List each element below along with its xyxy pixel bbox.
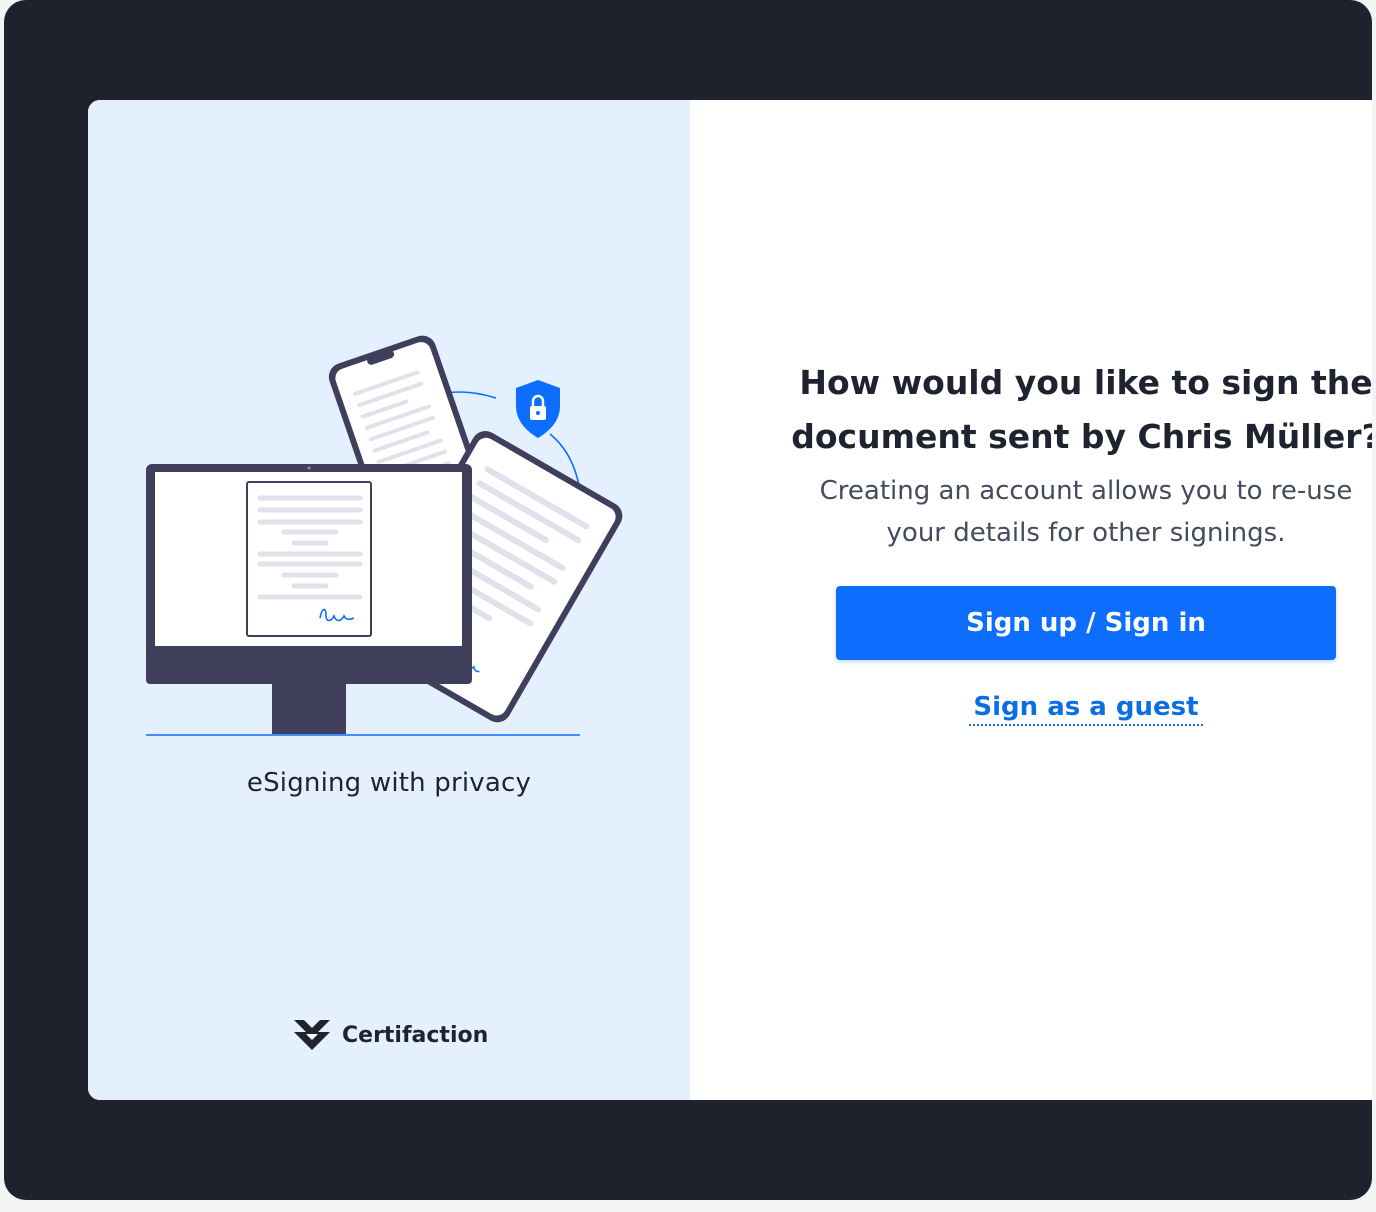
signing-choice-card: eSigning with privacy Certifaction How w…: [88, 100, 1372, 1100]
signing-question-heading: How would you like to sign the document …: [791, 363, 1372, 456]
illustration-panel: eSigning with privacy Certifaction: [88, 100, 690, 1100]
esigning-illustration: [146, 335, 623, 736]
app-frame: eSigning with privacy Certifaction How w…: [4, 0, 1372, 1200]
sign-up-sign-in-button[interactable]: Sign up / Sign in: [836, 586, 1336, 660]
account-benefit-text: Creating an account allows you to re-use…: [819, 476, 1353, 548]
brand: Certifaction: [292, 1018, 488, 1052]
signing-options-panel: How would you like to sign the document …: [690, 100, 1372, 1100]
desktop-monitor-illustration: [146, 464, 472, 734]
sign-as-guest-link[interactable]: Sign as a guest: [969, 692, 1203, 726]
tagline: eSigning with privacy: [246, 768, 532, 798]
brand-name: Certifaction: [342, 1022, 489, 1048]
shield-lock-icon: [516, 380, 560, 438]
certifaction-logo-icon: [294, 1020, 330, 1050]
guest-link-container: Sign as a guest: [836, 692, 1336, 726]
